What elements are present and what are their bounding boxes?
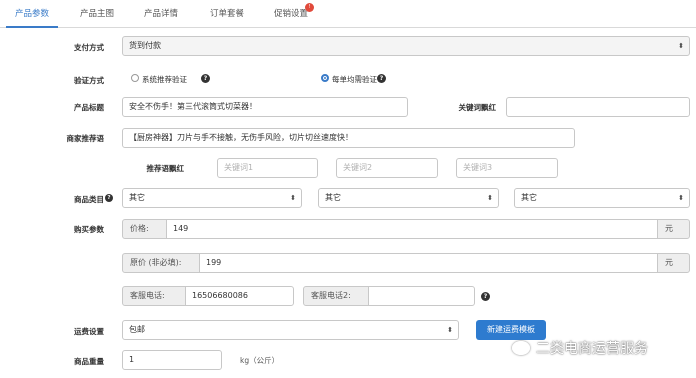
phone1-input[interactable]: 16506680086 [185, 286, 294, 306]
weight-unit: kg（公斤） [240, 356, 280, 365]
payment-method-select[interactable]: 货到付款 ⬍ [122, 36, 690, 56]
title-keyword-input[interactable] [506, 97, 690, 117]
new-shipping-template-button[interactable]: 新建运费模板 [476, 320, 546, 340]
payment-method-value: 货到付款 [129, 41, 161, 50]
keyword2-placeholder: 关键词2 [343, 163, 373, 172]
recommendation-input[interactable]: 【厨房神器】刀片与手不接触，无伤手风险，切片切丝速度快！ [122, 128, 575, 148]
verify-option1-label: 系统推荐验证 [142, 75, 187, 84]
category-level1-select[interactable]: 其它 ⬍ [122, 188, 302, 208]
keyword1-placeholder: 关键词1 [224, 163, 254, 172]
original-price-addon: 原价 (非必填): [122, 253, 200, 273]
keyword-label: 关键词飘红 [458, 103, 497, 112]
rec-keywords-label: 推荐语飘红 [146, 164, 185, 173]
tab-bar: 产品参数 产品主图 产品详情 订单套餐 促销设置 ! [0, 0, 696, 28]
original-price-currency-addon: 元 [657, 253, 690, 273]
original-price-input[interactable]: 199 [199, 253, 658, 273]
shipping-template-select[interactable]: 包邮 ⬍ [122, 320, 459, 340]
updown-chevron-icon: ⬍ [678, 42, 684, 50]
updown-chevron-icon: ⬍ [290, 194, 296, 202]
verify-option2-radio[interactable] [321, 74, 329, 82]
tab-promotion-label: 促销设置 [273, 9, 308, 19]
help-icon[interactable]: ? [377, 74, 386, 83]
updown-chevron-icon: ⬍ [678, 194, 684, 202]
phone2-addon: 客服电话2: [303, 286, 369, 306]
updown-chevron-icon: ⬍ [487, 194, 493, 202]
category-level3-select[interactable]: 其它 ⬍ [514, 188, 690, 208]
price-addon: 价格: [122, 219, 167, 239]
weight-label: 商品重量 [74, 357, 104, 366]
verify-label: 验证方式 [74, 76, 104, 85]
wechat-icon [512, 341, 530, 355]
phone2-input[interactable] [368, 286, 475, 306]
category-level2-value: 其它 [325, 193, 341, 202]
payment-label: 支付方式 [74, 43, 104, 52]
price-currency-addon: 元 [657, 219, 690, 239]
help-icon[interactable]: ? [105, 194, 113, 202]
help-icon[interactable]: ? [481, 292, 490, 301]
keyword2-input[interactable]: 关键词2 [336, 158, 438, 178]
title-label: 产品标题 [74, 103, 104, 112]
category-level2-select[interactable]: 其它 ⬍ [318, 188, 499, 208]
purchase-label: 购买参数 [74, 225, 104, 234]
tab-order-packages[interactable]: 订单套餐 [202, 6, 252, 28]
product-title-input[interactable]: 安全不伤手！第三代滚筒式切菜器！ [122, 97, 408, 117]
price-input[interactable]: 149 [166, 219, 658, 239]
weight-input[interactable]: 1 [122, 350, 222, 370]
phone1-addon: 客服电话: [122, 286, 186, 306]
keyword1-input[interactable]: 关键词1 [217, 158, 318, 178]
help-icon[interactable]: ? [201, 74, 210, 83]
tab-product-images[interactable]: 产品主图 [72, 6, 122, 28]
verify-option1-radio[interactable] [131, 74, 139, 82]
keyword3-placeholder: 关键词3 [463, 163, 493, 172]
keyword3-input[interactable]: 关键词3 [456, 158, 558, 178]
shipping-label: 运费设置 [74, 327, 104, 336]
category-label: 商品类目 [74, 195, 104, 204]
verify-option2-label: 每单均需验证 [332, 75, 377, 84]
recommend-label: 商家推荐语 [66, 134, 105, 143]
tab-product-details[interactable]: 产品详情 [136, 6, 186, 28]
category-level1-value: 其它 [129, 193, 145, 202]
tab-promotion-settings[interactable]: 促销设置 ! [266, 3, 316, 28]
alert-badge-icon: ! [305, 3, 314, 12]
category-level3-value: 其它 [521, 193, 537, 202]
shipping-template-value: 包邮 [129, 325, 145, 334]
updown-chevron-icon: ⬍ [447, 326, 453, 334]
tab-product-params[interactable]: 产品参数 [6, 6, 58, 28]
watermark-text: 二类电商运营服务 [536, 341, 648, 357]
